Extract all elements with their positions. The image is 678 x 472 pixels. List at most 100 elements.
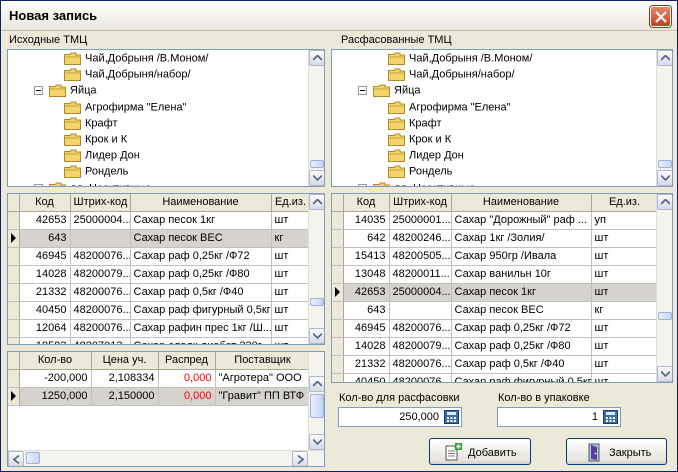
table-row[interactable]: 15413 48200505... Сахар 950гр /Ивала шт [332, 247, 659, 266]
scroll-up-button[interactable] [309, 50, 324, 66]
table-cell[interactable]: 25000004... [70, 211, 131, 230]
table-row[interactable]: 40450 48200076... Сахар раф фигурный 0,5кг… [332, 373, 659, 382]
tree-vertical-scrollbar[interactable] [656, 50, 672, 186]
table-cell[interactable]: 48200076... [70, 247, 131, 266]
table-cell[interactable]: шт [591, 229, 659, 248]
scroll-thumb[interactable] [310, 298, 324, 306]
table-cell[interactable]: Сахар раф 0,5кг /Ф40 [451, 355, 592, 374]
table-cell[interactable]: Сахар ванильн 10г [451, 265, 592, 284]
title-bar[interactable]: Новая запись [1, 1, 677, 31]
table-cell[interactable]: шт [271, 337, 311, 344]
goods-vertical-scrollbar[interactable] [656, 194, 672, 382]
table-cell[interactable]: Сахар раф фигурный 0,5кг [451, 373, 592, 382]
table-cell[interactable]: 13048 [343, 265, 390, 284]
table-cell[interactable]: Сахар раф 0,25кг /Ф80 [451, 337, 592, 356]
table-cell[interactable]: 48200076... [70, 319, 131, 338]
table-row[interactable]: 12064 48200076... Сахар рафин прес 1кг /Ш.… [8, 319, 311, 338]
scroll-thumb[interactable] [310, 160, 324, 168]
table-cell[interactable]: 643 [19, 229, 71, 248]
table-cell[interactable]: кг [271, 229, 311, 248]
tree-node[interactable]: Рондель [388, 165, 452, 181]
table-cell[interactable]: 21332 [343, 355, 390, 374]
goods-vertical-scrollbar[interactable] [308, 194, 324, 344]
tree-node[interactable]: Чай,Добрыня/набор/ [388, 68, 515, 84]
calculator-icon[interactable] [603, 410, 618, 424]
row-indicator[interactable] [8, 301, 20, 320]
collapse-toggle-icon[interactable] [34, 86, 43, 96]
column-header[interactable]: Ед.из. [271, 194, 311, 212]
tree-vertical-scrollbar[interactable] [308, 50, 324, 186]
table-cell[interactable]: 48200246... [389, 229, 452, 248]
table-row[interactable]: 21332 48200076... Сахар раф 0,5кг /Ф40 шт [332, 355, 659, 374]
table-cell[interactable]: шт [271, 247, 311, 266]
tree-node[interactable]: дд_Неактивные [34, 182, 151, 186]
scroll-up-button[interactable] [657, 50, 672, 66]
table-cell[interactable] [70, 229, 131, 248]
row-indicator[interactable] [8, 229, 20, 248]
row-indicator[interactable] [332, 373, 344, 382]
column-header[interactable]: Код [343, 194, 390, 212]
table-row[interactable]: 14028 48200079... Сахар раф 0,25кг /Ф80 шт [8, 265, 311, 284]
table-cell[interactable]: 0,000 [158, 369, 216, 388]
column-header[interactable]: Код [19, 194, 71, 212]
close-window-button[interactable] [650, 6, 671, 27]
horizontal-thumb[interactable] [26, 452, 40, 464]
table-cell[interactable]: Сахар 950гр /Ивала [451, 247, 592, 266]
row-indicator[interactable] [8, 387, 20, 406]
column-header[interactable]: Кол-во [19, 352, 92, 370]
table-cell[interactable]: 40450 [19, 301, 71, 320]
table-cell[interactable]: 46945 [19, 247, 71, 266]
table-cell[interactable]: уп [591, 211, 659, 230]
scroll-up-button[interactable] [657, 194, 672, 210]
table-cell[interactable]: шт [591, 319, 659, 338]
table-row[interactable]: 13048 48200011... Сахар ванильн 10г шт [332, 265, 659, 284]
row-indicator[interactable] [332, 355, 344, 374]
table-cell[interactable]: шт [271, 301, 311, 320]
row-indicator[interactable] [332, 337, 344, 356]
batches-vertical-scrollbar[interactable] [308, 352, 324, 450]
table-cell[interactable]: 12064 [19, 319, 71, 338]
table-cell[interactable]: шт [591, 337, 659, 356]
table-cell[interactable]: 643 [343, 301, 390, 320]
table-cell[interactable] [389, 301, 452, 320]
tree-node[interactable]: Яйца [34, 84, 97, 100]
table-cell[interactable]: 48200079... [70, 265, 131, 284]
table-cell[interactable]: 48200076... [70, 301, 131, 320]
scroll-thumb[interactable] [658, 312, 672, 320]
scroll-down-button[interactable] [309, 328, 324, 344]
scroll-left-button[interactable] [8, 451, 24, 466]
tree-node[interactable]: Крафт [64, 117, 118, 133]
packed-goods-grid[interactable]: Код Штрих-код Наименование Ед.из. 14035 2500… [331, 193, 673, 383]
table-cell[interactable]: 42653 [343, 283, 390, 302]
table-cell[interactable]: 40450 [343, 373, 390, 382]
table-cell[interactable]: 25000004... [389, 283, 452, 302]
column-header[interactable]: Штрих-код [70, 194, 131, 212]
row-indicator[interactable] [8, 265, 20, 284]
scroll-down-button[interactable] [657, 366, 672, 382]
source-tree[interactable]: Чай,Добрыня /В.Моном/Чай,Добрыня/набор/Я… [7, 49, 325, 187]
batches-grid[interactable]: Кол-во Цена уч. Распред Поставщик -200,000 2… [7, 351, 325, 467]
table-cell[interactable]: 15413 [343, 247, 390, 266]
collapse-toggle-icon[interactable] [358, 183, 367, 186]
tree-node[interactable]: Чай,Добрыня /В.Моном/ [388, 52, 532, 68]
table-cell[interactable]: Сахар раф 0,25кг /Ф80 [130, 265, 272, 284]
source-goods-grid[interactable]: Код Штрих-код Наименование Ед.из. 42653 2500… [7, 193, 325, 345]
table-cell[interactable]: Сахар сладк диабет 330г [130, 337, 272, 344]
table-cell[interactable]: 48200076... [389, 373, 452, 382]
tree-node[interactable]: Лидер Дон [64, 149, 140, 165]
table-cell[interactable]: шт [591, 265, 659, 284]
table-row[interactable]: 643 Сахар песок ВЕС кг [8, 229, 311, 248]
scroll-down-button[interactable] [657, 170, 672, 186]
column-header[interactable]: Ед.из. [591, 194, 659, 212]
scroll-right-button[interactable] [292, 451, 308, 466]
table-cell[interactable]: 48200011... [389, 265, 452, 284]
pack-input[interactable]: 1 [497, 407, 621, 427]
table-cell[interactable]: шт [591, 373, 659, 382]
column-header[interactable]: Наименование [451, 194, 592, 212]
tree-node[interactable]: дд_Неактивные [358, 182, 475, 186]
table-cell[interactable]: кг [591, 301, 659, 320]
row-indicator[interactable] [332, 247, 344, 266]
tree-node[interactable]: Рондель [64, 165, 128, 181]
table-cell[interactable]: 48200505... [389, 247, 452, 266]
table-row[interactable]: 21332 48200076... Сахар раф 0,5кг /Ф40 шт [8, 283, 311, 302]
